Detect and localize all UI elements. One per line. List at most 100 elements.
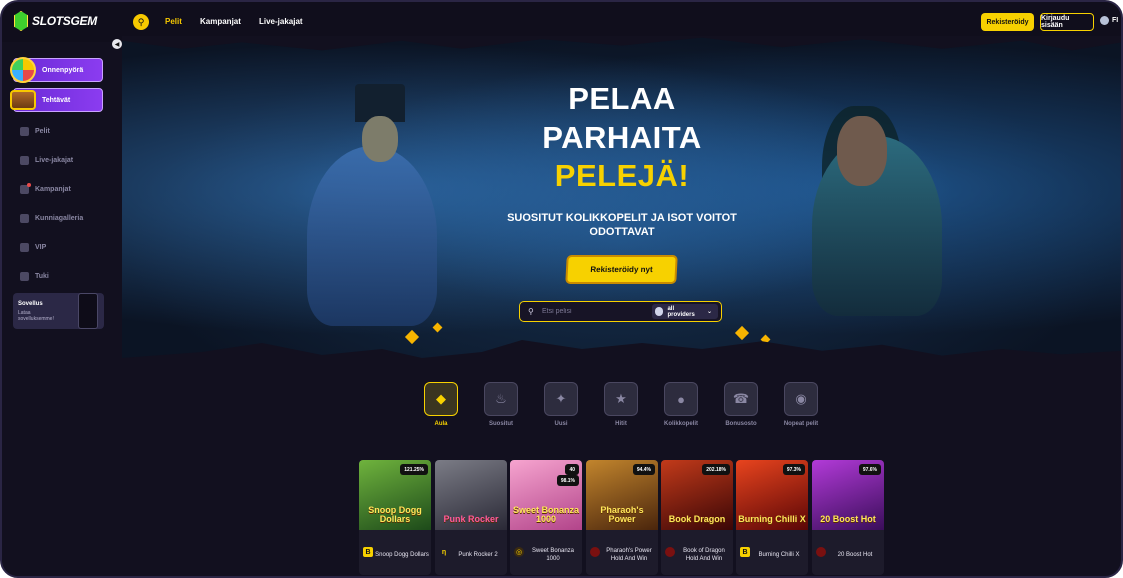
logo-text: SLOTSGEM: [32, 14, 97, 28]
bomb-icon: ◉: [784, 382, 818, 416]
site-logo[interactable]: SLOTSGEM: [14, 11, 97, 31]
nav-link-campaigns[interactable]: Kampanjat: [200, 17, 241, 26]
game-search-bar: ⚲ all providers ⌄: [519, 301, 722, 322]
category-label: Bonusosto: [725, 421, 757, 427]
provider-badge: η: [441, 548, 447, 556]
language-label: FI: [1112, 17, 1119, 24]
nav-link-live-dealers[interactable]: Live-jakajat: [259, 17, 303, 26]
sidebar-item-campaigns[interactable]: Kampanjat: [20, 183, 71, 194]
game-name: Punk Rocker 2: [458, 552, 498, 558]
register-now-button[interactable]: Rekisteröidy nyt: [567, 257, 676, 282]
sidebar-item-hall-of-fame[interactable]: Kunniagalleria: [20, 214, 83, 223]
missions-label: Tehtävät: [42, 96, 71, 104]
category-label: Nopeat pelit: [783, 421, 819, 427]
cube-icon: [20, 127, 29, 136]
game-name: Book of Dragon Hold And Win: [683, 548, 725, 562]
trophy-icon: [20, 214, 29, 223]
game-art-title: Snoop Dogg Dollars: [368, 505, 422, 524]
cave-ridge-top: [122, 36, 1121, 51]
rtp-badge: 202.18%: [702, 464, 730, 475]
gift-icon: [20, 183, 31, 194]
game-art-title: Sweet Bonanza 1000: [512, 505, 579, 524]
game-name: Burning Chilli X: [758, 552, 800, 558]
sidebar-item-label: Pelit: [35, 128, 50, 135]
category-quick-games[interactable]: ◉ Nopeat pelit: [782, 382, 820, 428]
hero-title-line-1: PELAA: [568, 81, 676, 116]
category-slots[interactable]: ● Kolikkopelit: [662, 382, 700, 428]
search-icon: ⚲: [528, 306, 534, 316]
nav-link-games[interactable]: Pelit: [165, 17, 182, 26]
game-name: Sweet Bonanza 1000: [531, 548, 575, 562]
category-popular[interactable]: ♨ Suositut: [482, 382, 520, 428]
sidebar-item-support[interactable]: Tuki: [20, 272, 49, 281]
app-card-subtitle: Lataa sovelluksemme!: [18, 310, 54, 322]
sidebar-item-games[interactable]: Pelit: [20, 127, 50, 136]
provider-badge: B: [740, 547, 750, 557]
sidebar-item-live-dealers[interactable]: Live-jakajat: [20, 156, 73, 165]
game-card[interactable]: Book Dragon 202.18% ● Book of Dragon Hol…: [661, 460, 733, 575]
game-card[interactable]: Snoop Dogg Dollars 121.25% B Snoop Dogg …: [359, 460, 431, 575]
game-art-title: Punk Rocker: [443, 514, 499, 524]
game-card[interactable]: Burning Chilli X 97.3% B Burning Chilli …: [736, 460, 808, 575]
hero-title-line-3: PELEJÄ!: [554, 158, 690, 193]
lobby-icon: ◆: [424, 382, 458, 416]
gold-nugget-icon: [432, 322, 443, 333]
page-frame: SLOTSGEM ⚲ Pelit Kampanjat Live-jakajat …: [0, 0, 1123, 578]
providers-icon: [654, 307, 664, 316]
rtp-badge: 94.4%: [632, 464, 655, 475]
gem-icon: [14, 11, 28, 31]
game-art-title: 20 Boost Hot: [820, 514, 876, 524]
provider-badge: ●: [590, 547, 600, 557]
game-card[interactable]: Pharaoh's Power 94.4% ● Pharaoh's Power …: [586, 460, 658, 575]
game-name: Pharaoh's Power Hold And Win: [606, 548, 652, 562]
provider-dropdown[interactable]: all providers ⌄: [651, 304, 718, 319]
providers-label: all providers: [667, 305, 695, 318]
rtp-value: 94.4%: [636, 466, 651, 473]
game-art-title: Book Dragon: [668, 514, 726, 524]
sidebar-item-vip[interactable]: VIP: [20, 243, 46, 252]
rtp-badge: 97.3%: [782, 464, 805, 475]
category-label: Kolikkopelit: [663, 421, 698, 427]
login-button[interactable]: Kirjaudu sisään: [1040, 13, 1094, 31]
language-selector[interactable]: FI: [1100, 16, 1118, 25]
rtp-value: 202.18%: [706, 466, 726, 473]
wheel-of-fortune-button[interactable]: Onnenpyörä: [10, 57, 103, 83]
game-card[interactable]: Sweet Bonanza 1000 40 98.1% ◎ Sweet Bona…: [510, 460, 582, 575]
app-card-title: Sovellus: [18, 301, 43, 307]
category-label: Uusi: [554, 421, 568, 427]
app-download-card[interactable]: Sovellus Lataa sovelluksemme!: [13, 293, 104, 329]
register-button[interactable]: Rekisteröidy: [981, 13, 1034, 31]
rtp-value: 97.3%: [786, 466, 801, 473]
hits-icon: ★: [604, 382, 638, 416]
rtp-value: 98.1%: [560, 477, 575, 484]
provider-badge: B: [363, 547, 373, 557]
sidebar-item-label: Kunniagalleria: [35, 215, 84, 222]
sidebar-collapse-button[interactable]: ◀: [112, 39, 122, 49]
category-lobby[interactable]: ◆ Aula: [422, 382, 460, 428]
globe-icon: [1100, 16, 1109, 25]
cherries-icon: ●: [664, 382, 698, 416]
cave-floor: [122, 340, 1121, 376]
rtp-badge-top: 40: [565, 464, 579, 475]
game-thumbnail: Punk Rocker: [435, 460, 507, 530]
chevron-down-icon: ⌄: [706, 309, 712, 315]
hero-subtitle: SUOSITUT KOLIKKOPELIT JA ISOT VOITOT ODO…: [507, 212, 737, 238]
game-search-input[interactable]: [541, 308, 652, 315]
gold-nugget-icon: [734, 325, 750, 341]
category-label: Hitit: [615, 421, 627, 427]
game-card[interactable]: Punk Rocker η Punk Rocker 2: [435, 460, 507, 575]
treasure-chest-icon: [10, 90, 36, 110]
game-art-title: Burning Chilli X: [738, 514, 806, 524]
search-icon[interactable]: ⚲: [133, 14, 149, 30]
provider-badge: ●: [665, 547, 675, 557]
crown-icon: [20, 243, 29, 252]
category-bonus-buy[interactable]: ☎ Bonusosto: [722, 382, 760, 428]
rtp-value: 40: [569, 466, 575, 473]
category-hits[interactable]: ★ Hitit: [602, 382, 640, 428]
game-card[interactable]: 20 Boost Hot 97.6% ● 20 Boost Hot: [812, 460, 884, 575]
fortune-wheel-icon: [10, 57, 36, 83]
category-new[interactable]: ✦ Uusi: [542, 382, 580, 428]
sidebar-item-label: Kampanjat: [35, 186, 71, 193]
cards-icon: [20, 156, 29, 165]
missions-button[interactable]: Tehtävät: [10, 88, 103, 112]
